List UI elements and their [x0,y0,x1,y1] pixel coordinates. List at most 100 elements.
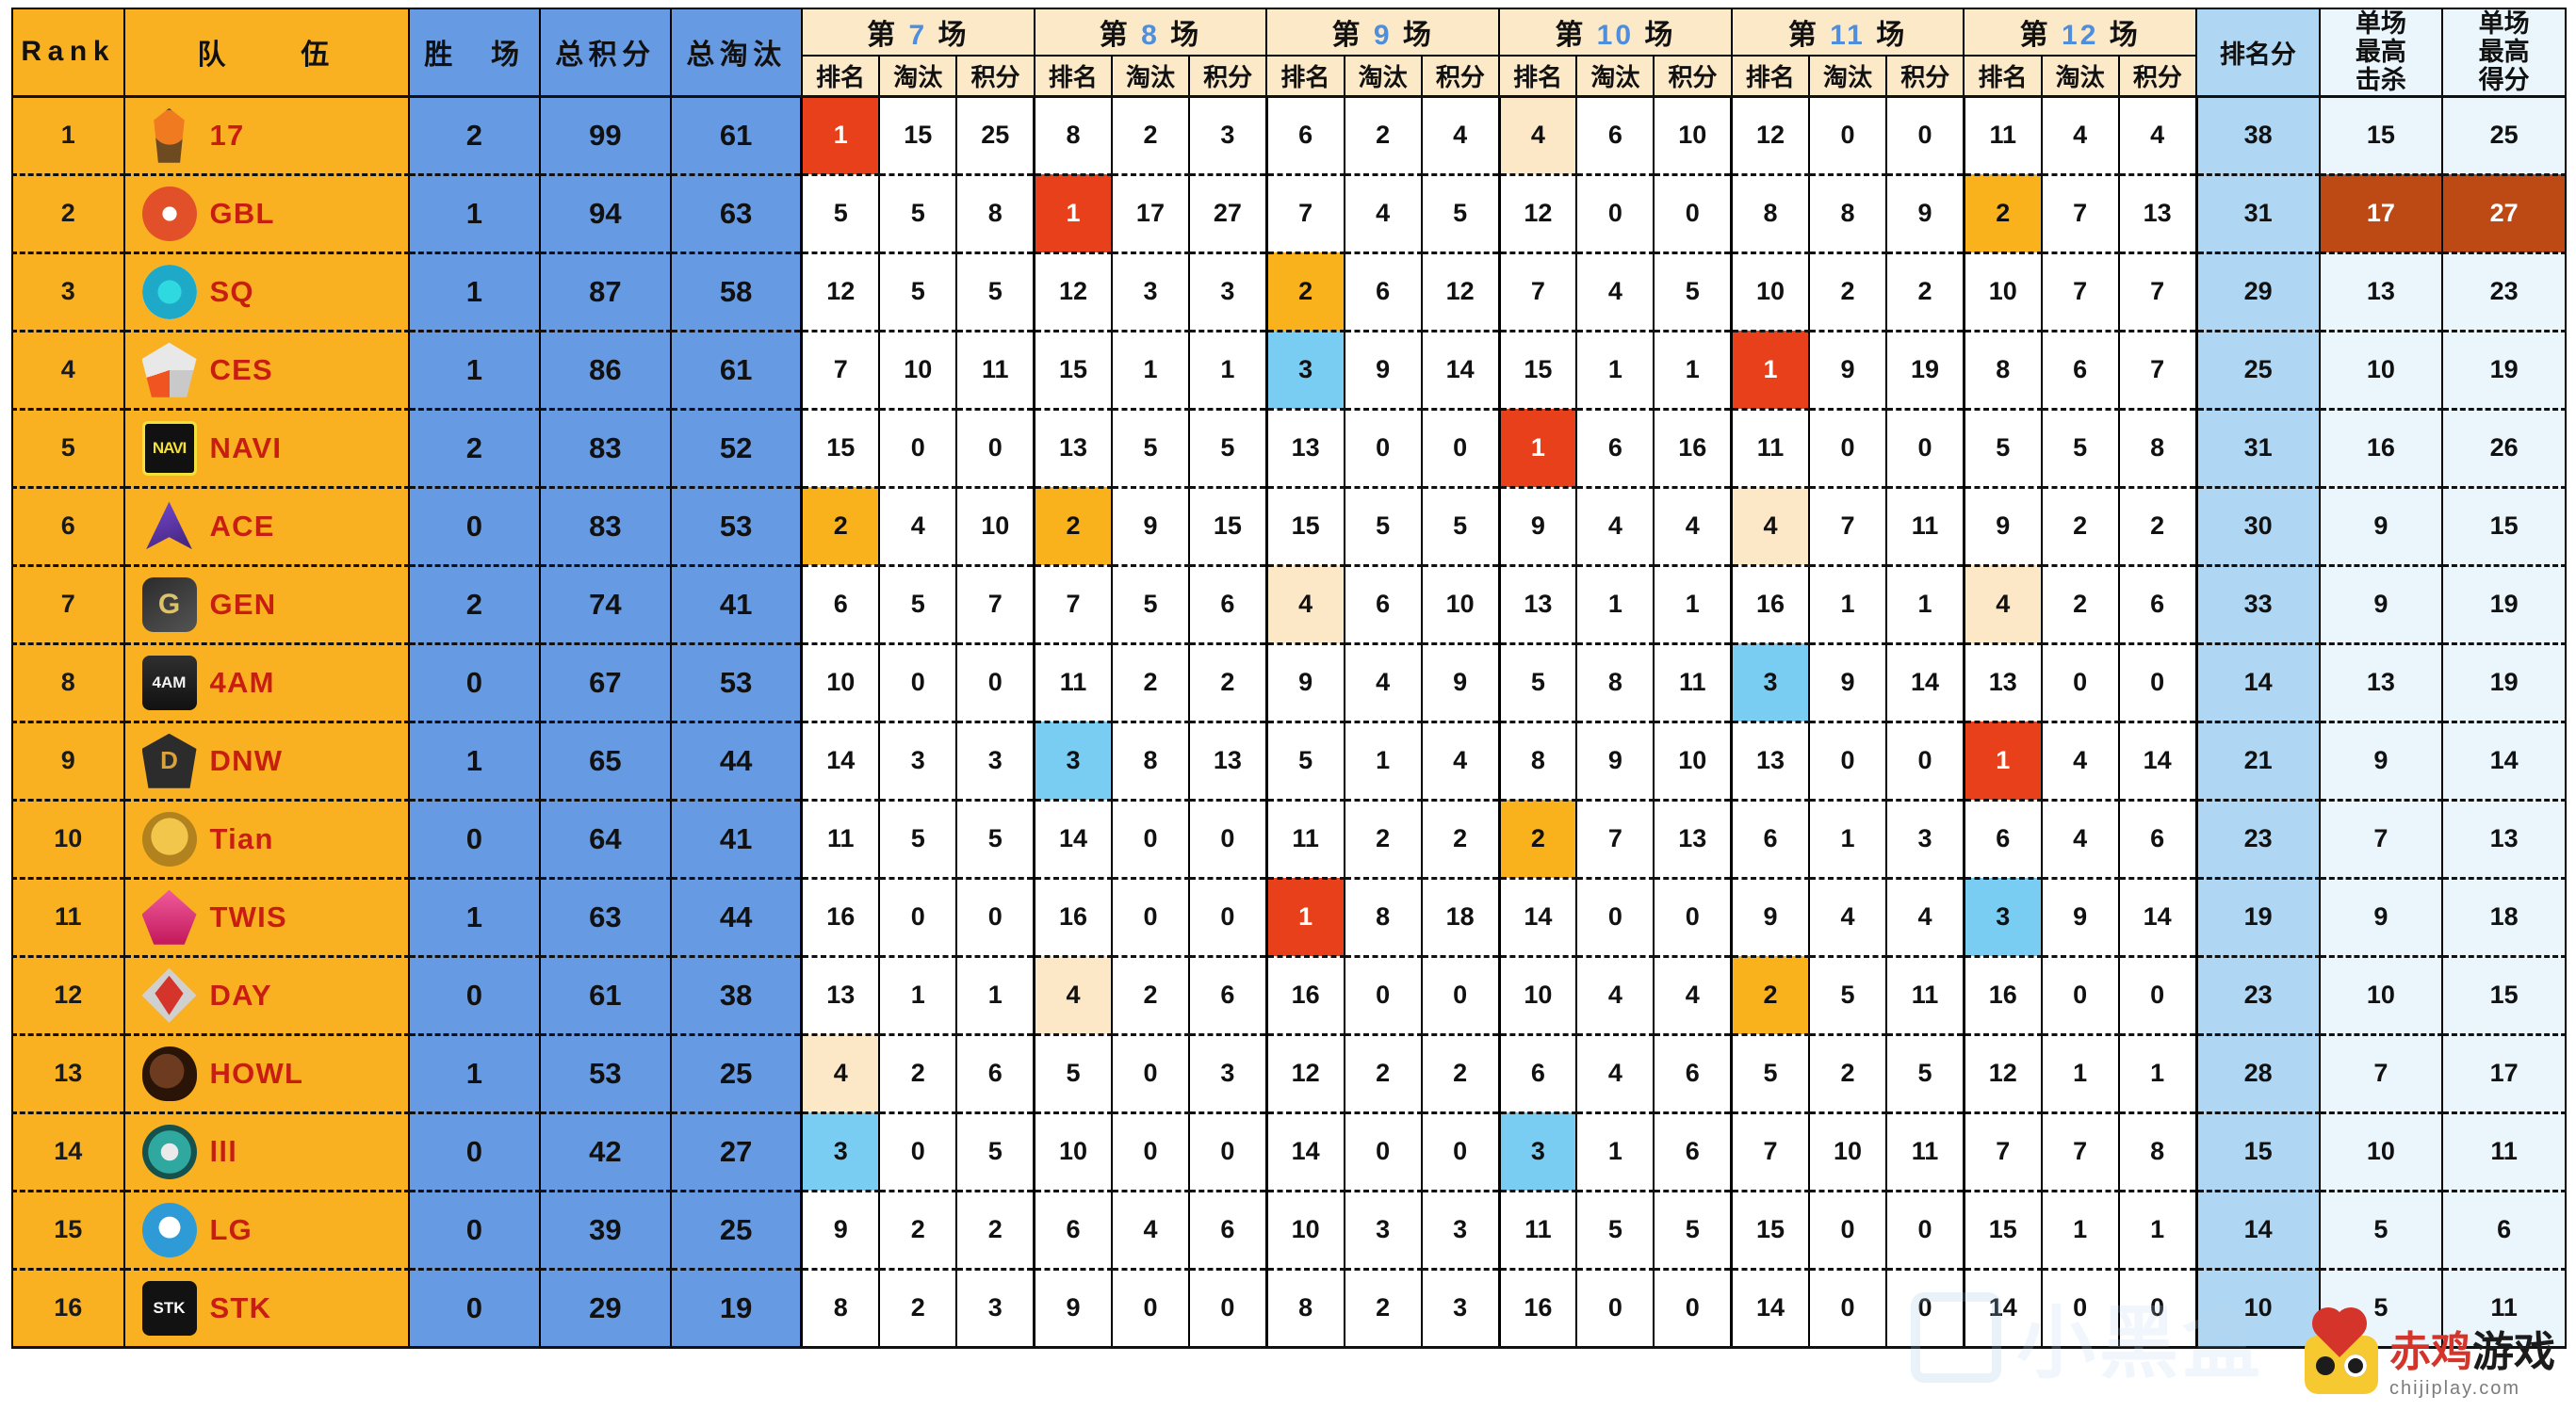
row-wins: 0 [407,1267,541,1349]
cell-m12-rank: 13 [1962,641,2043,723]
cell-m9-kills: 2 [1343,798,1423,880]
header-best-score: 单场 最高 得分 [2441,7,2567,98]
row-total-points: 63 [538,876,672,958]
team-logo-icon [141,811,197,867]
cell-m7-kills: 0 [878,1111,958,1192]
team-logo-icon [141,420,197,476]
row-total-points: 94 [538,172,672,254]
row-wins: 0 [407,641,541,723]
cell-m7-kills: 0 [878,876,958,958]
table-row[interactable]: 1 17 2 99 61 1 15 25 8 2 3 6 2 4 4 6 10 12 0 0 11 4 4 38 15 25 [11,94,2567,176]
cell-m10-kills: 0 [1575,172,1655,254]
cell-m11-kills: 5 [1807,954,1888,1036]
cell-m7-points: 8 [955,172,1035,254]
cell-m8-points: 6 [1188,954,1268,1036]
cell-m12-points: 1 [2117,1189,2198,1271]
table-row[interactable]: 4 CES 1 86 61 7 10 11 15 1 1 3 9 14 15 1 1 1 9 19 8 6 7 25 10 19 [11,329,2567,411]
header-row-top: Rank 队 伍 胜 场 总积分 总淘汰 第 7 场 第 8 场 第 9 场 第… [11,7,2567,98]
cell-m7-kills: 2 [878,1267,958,1349]
cell-m9-rank: 4 [1264,563,1345,645]
cell-m9-points: 0 [1420,407,1501,489]
table-row[interactable]: 16STK0291982390082316001400140010511 [11,1267,2567,1349]
team-cell: ACE [122,485,410,567]
team-cell: CES [122,329,410,411]
cell-m12-kills: 0 [2040,1267,2120,1349]
cell-m10-points: 0 [1653,876,1733,958]
row-rank-points: 25 [2194,329,2321,411]
cell-m10-rank: 8 [1497,720,1578,802]
team-name: GEN [209,587,277,621]
cell-m12-rank: 9 [1962,485,2043,567]
cell-m12-points: 4 [2117,94,2198,176]
row-best-score: 11 [2441,1267,2567,1349]
cell-m8-rank: 1 [1033,172,1113,254]
team-name: SQ [209,274,254,308]
table-row[interactable]: 13 HOWL 1 53 25 4 2 6 5 0 3 12 2 2 6 4 6 5 2 5 12 1 1 28 7 17 [11,1032,2567,1114]
cell-m10-rank: 9 [1497,485,1578,567]
team-name: 4AM [209,665,275,699]
cell-m10-rank: 15 [1497,329,1578,411]
header-match-8: 第 8 场 [1033,7,1268,57]
best-kills-line3: 击杀 [2355,66,2406,95]
subheader-kills-m11: 淘汰 [1807,55,1888,98]
team-logo-icon [141,1124,197,1179]
cell-m7-points: 11 [955,329,1035,411]
cell-m12-kills: 6 [2040,329,2120,411]
table-row[interactable]: 84AM0675310001122949581139141300141319 [11,641,2567,723]
cell-m8-rank: 6 [1033,1189,1113,1271]
cell-m10-points: 10 [1653,720,1733,802]
cell-m7-points: 5 [955,798,1035,880]
cell-m10-rank: 4 [1497,94,1578,176]
subheader-rank-m12: 排名 [1963,55,2043,98]
cell-m8-points: 0 [1188,1111,1268,1192]
row-best-score: 19 [2441,329,2567,411]
table-row[interactable]: 14 lll 0 42 27 3 0 5 10 0 0 14 0 0 3 1 6 7 10 11 7 7 8 15 10 11 [11,1111,2567,1192]
table-row[interactable]: 10 Tian 0 64 41 11 5 5 14 0 0 11 2 2 2 7 13 6 1 3 6 4 6 23 7 13 [11,798,2567,880]
row-rank-points: 21 [2194,720,2321,802]
cell-m9-kills: 2 [1343,1267,1423,1349]
cell-m8-rank: 15 [1033,329,1113,411]
table-row[interactable]: 11 TWIS 1 63 44 16 0 0 16 0 0 1 8 18 14 0 0 9 4 4 3 9 14 19 9 18 [11,876,2567,958]
cell-m10-points: 5 [1653,251,1733,332]
table-row[interactable]: 3 SQ 1 87 58 12 5 5 12 3 3 2 6 12 7 4 5 10 2 2 10 7 7 29 13 23 [11,251,2567,332]
cell-m8-kills: 4 [1110,1189,1191,1271]
row-total-points: 86 [538,329,672,411]
table-row[interactable]: 6 ACE 0 83 53 2 4 10 2 9 15 15 5 5 9 4 4 4 7 11 9 2 2 30 9 15 [11,485,2567,567]
cell-m11-kills: 0 [1807,1267,1888,1349]
table-row[interactable]: 2 GBL 1 94 63 5 5 8 1 17 27 7 4 5 12 0 0 8 8 9 2 7 13 31 17 27 [11,172,2567,254]
cell-m12-rank: 15 [1962,1189,2043,1271]
row-best-score: 15 [2441,954,2567,1036]
row-wins: 1 [407,251,541,332]
cell-m9-points: 2 [1420,1032,1501,1114]
row-best-score: 23 [2441,251,2567,332]
table-row[interactable]: 5NAVI2835215001355130016161100558311626 [11,407,2567,489]
cell-m12-points: 8 [2117,1111,2198,1192]
row-rank: 14 [11,1111,125,1192]
cell-m11-kills: 2 [1807,251,1888,332]
table-row[interactable]: 15 LG 0 39 25 9 2 2 6 4 6 10 3 3 11 5 5 15 0 0 15 1 1 14 5 6 [11,1189,2567,1271]
cell-m8-kills: 2 [1110,641,1191,723]
cell-m9-points: 0 [1420,954,1501,1036]
cell-m10-kills: 9 [1575,720,1655,802]
cell-m12-kills: 4 [2040,720,2120,802]
cell-m10-points: 5 [1653,1189,1733,1271]
cell-m8-kills: 0 [1110,1111,1191,1192]
row-best-score: 17 [2441,1032,2567,1114]
cell-m7-rank: 3 [800,1111,881,1192]
subheader-points-m11: 积分 [1885,55,1965,98]
team-cell: GEN [122,563,410,645]
row-best-kills: 15 [2318,94,2444,176]
table-row[interactable]: 7GEN2744165775646101311161142633919 [11,563,2567,645]
cell-m9-points: 0 [1420,1111,1501,1192]
cell-m12-kills: 4 [2040,94,2120,176]
table-row[interactable]: 9DNW165441433381351489101300141421914 [11,720,2567,802]
team-logo-icon [141,733,197,788]
table-row[interactable]: 12 DAY 0 61 38 13 1 1 4 2 6 16 0 0 10 4 4 2 5 11 16 0 0 23 10 15 [11,954,2567,1036]
cell-m10-kills: 1 [1575,1111,1655,1192]
cell-m12-kills: 9 [2040,876,2120,958]
subheader-rank-m8: 排名 [1033,55,1113,98]
cell-m8-rank: 10 [1033,1111,1113,1192]
cell-m9-rank: 8 [1264,1267,1345,1349]
row-total-points: 61 [538,954,672,1036]
row-wins: 2 [407,563,541,645]
